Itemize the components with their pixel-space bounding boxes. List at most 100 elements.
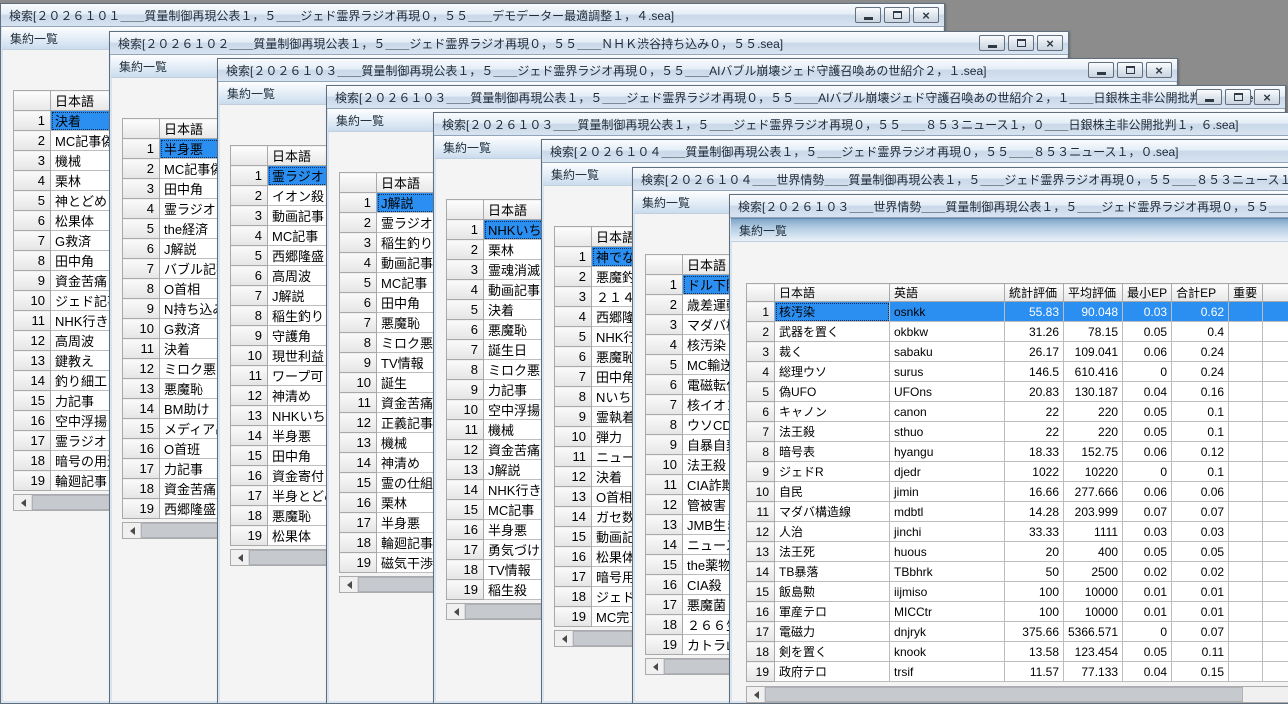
minimize-button[interactable] <box>1088 62 1114 78</box>
min-ep-cell[interactable]: 0.05 <box>1123 542 1172 562</box>
min-ep-cell[interactable]: 0.03 <box>1123 302 1172 322</box>
stat-eval-cell[interactable]: 55.83 <box>1005 302 1064 322</box>
english-cell[interactable]: surus <box>890 362 1005 382</box>
total-ep-cell[interactable]: 0.1 <box>1172 462 1229 482</box>
importance-cell[interactable] <box>1229 562 1263 582</box>
importance-cell[interactable] <box>1229 322 1263 342</box>
window-titlebar[interactable]: 検索[２０２６１０４＿＿世界情勢＿＿質量制御再現公表１，５＿＿ジェド霊界ラジオ再… <box>633 168 1288 191</box>
scroll-left-button[interactable] <box>646 659 664 674</box>
stat-eval-cell[interactable]: 26.17 <box>1005 342 1064 362</box>
english-cell[interactable]: canon <box>890 402 1005 422</box>
avg-eval-cell[interactable]: 610.416 <box>1064 362 1123 382</box>
close-button[interactable]: × <box>1146 62 1172 78</box>
avg-eval-cell[interactable]: 400 <box>1064 542 1123 562</box>
scroll-left-button[interactable] <box>747 687 765 702</box>
japanese-cell[interactable]: キャノン <box>775 402 890 422</box>
stat-eval-cell[interactable]: 375.66 <box>1005 622 1064 642</box>
english-cell[interactable]: huous <box>890 542 1005 562</box>
japanese-cell[interactable]: 自民 <box>775 482 890 502</box>
min-ep-cell[interactable]: 0 <box>1123 362 1172 382</box>
total-ep-cell[interactable]: 0.07 <box>1172 502 1229 522</box>
avg-eval-cell[interactable]: 220 <box>1064 402 1123 422</box>
english-cell[interactable]: djedr <box>890 462 1005 482</box>
avg-eval-cell[interactable]: 123.454 <box>1064 642 1123 662</box>
total-ep-cell[interactable]: 0.1 <box>1172 402 1229 422</box>
english-cell[interactable]: TBbhrk <box>890 562 1005 582</box>
window-titlebar[interactable]: 検索[２０２６１０２＿＿質量制御再現公表１，５＿＿ジェド霊界ラジオ再現０，５５＿… <box>110 32 1068 55</box>
japanese-cell[interactable]: ジェドR <box>775 462 890 482</box>
stat-eval-cell[interactable]: 16.66 <box>1005 482 1064 502</box>
total-ep-cell[interactable]: 0.1 <box>1172 422 1229 442</box>
column-header[interactable]: 英語 <box>890 284 1005 302</box>
japanese-cell[interactable]: 飯島勲 <box>775 582 890 602</box>
importance-cell[interactable] <box>1229 442 1263 462</box>
english-cell[interactable]: mdbtl <box>890 502 1005 522</box>
japanese-cell[interactable]: 電磁力 <box>775 622 890 642</box>
total-ep-cell[interactable]: 0.02 <box>1172 562 1229 582</box>
total-ep-cell[interactable]: 0.05 <box>1172 542 1229 562</box>
stat-eval-cell[interactable]: 20 <box>1005 542 1064 562</box>
min-ep-cell[interactable]: 0.06 <box>1123 442 1172 462</box>
window-titlebar[interactable]: 検索[２０２６１０４＿＿質量制御再現公表１，５＿＿ジェド霊界ラジオ再現０，５５＿… <box>542 140 1288 163</box>
min-ep-cell[interactable]: 0 <box>1123 462 1172 482</box>
total-ep-cell[interactable]: 0.11 <box>1172 642 1229 662</box>
english-cell[interactable]: knook <box>890 642 1005 662</box>
total-ep-cell[interactable]: 0.62 <box>1172 302 1229 322</box>
window-titlebar[interactable]: 検索[２０２６１０３＿＿世界情勢＿＿質量制御再現公表１，５＿＿ジェド霊界ラジオ再… <box>730 195 1288 218</box>
japanese-cell[interactable]: 暗号表 <box>775 442 890 462</box>
scroll-left-button[interactable] <box>555 631 573 646</box>
min-ep-cell[interactable]: 0.01 <box>1123 582 1172 602</box>
avg-eval-cell[interactable]: 152.75 <box>1064 442 1123 462</box>
stat-eval-cell[interactable]: 22 <box>1005 402 1064 422</box>
maximize-button[interactable] <box>1117 62 1143 78</box>
avg-eval-cell[interactable]: 277.666 <box>1064 482 1123 502</box>
avg-eval-cell[interactable]: 220 <box>1064 422 1123 442</box>
scroll-left-button[interactable] <box>231 550 249 565</box>
min-ep-cell[interactable]: 0.05 <box>1123 422 1172 442</box>
english-cell[interactable]: MICCtr <box>890 602 1005 622</box>
total-ep-cell[interactable]: 0.01 <box>1172 602 1229 622</box>
japanese-cell[interactable]: 軍産テロ <box>775 602 890 622</box>
minimize-button[interactable] <box>855 7 881 23</box>
window-titlebar[interactable]: 検索[２０２６１０３＿＿質量制御再現公表１，５＿＿ジェド霊界ラジオ再現０，５５＿… <box>218 59 1177 82</box>
importance-cell[interactable] <box>1229 422 1263 442</box>
min-ep-cell[interactable]: 0.05 <box>1123 642 1172 662</box>
min-ep-cell[interactable]: 0 <box>1123 622 1172 642</box>
total-ep-cell[interactable]: 0.06 <box>1172 482 1229 502</box>
japanese-cell[interactable]: マダバ構造線 <box>775 502 890 522</box>
japanese-cell[interactable]: 総理ウソ <box>775 362 890 382</box>
avg-eval-cell[interactable]: 109.041 <box>1064 342 1123 362</box>
avg-eval-cell[interactable]: 90.048 <box>1064 302 1123 322</box>
english-cell[interactable]: okbkw <box>890 322 1005 342</box>
total-ep-cell[interactable]: 0.24 <box>1172 342 1229 362</box>
column-header[interactable]: 最小EP <box>1123 284 1172 302</box>
japanese-cell[interactable]: 法王殺 <box>775 422 890 442</box>
min-ep-cell[interactable]: 0.01 <box>1123 602 1172 622</box>
avg-eval-cell[interactable]: 10000 <box>1064 582 1123 602</box>
japanese-cell[interactable]: 人治 <box>775 522 890 542</box>
minimize-button[interactable] <box>979 35 1005 51</box>
japanese-cell[interactable]: 核汚染 <box>775 302 890 322</box>
importance-cell[interactable] <box>1229 662 1263 682</box>
japanese-cell[interactable]: 剣を置く <box>775 642 890 662</box>
english-cell[interactable]: dnjryk <box>890 622 1005 642</box>
english-cell[interactable]: UFOns <box>890 382 1005 402</box>
importance-cell[interactable] <box>1229 482 1263 502</box>
scroll-left-button[interactable] <box>447 604 465 619</box>
japanese-cell[interactable]: 偽UFO <box>775 382 890 402</box>
window-titlebar[interactable]: 検索[２０２６１０３＿＿質量制御再現公表１，５＿＿ジェド霊界ラジオ再現０，５５＿… <box>327 86 1285 109</box>
close-button[interactable]: × <box>913 7 939 23</box>
scroll-left-button[interactable] <box>14 495 32 510</box>
avg-eval-cell[interactable]: 1111 <box>1064 522 1123 542</box>
avg-eval-cell[interactable]: 78.15 <box>1064 322 1123 342</box>
min-ep-cell[interactable]: 0.04 <box>1123 662 1172 682</box>
avg-eval-cell[interactable]: 130.187 <box>1064 382 1123 402</box>
column-header[interactable]: 重要 <box>1229 284 1263 302</box>
min-ep-cell[interactable]: 0.06 <box>1123 482 1172 502</box>
maximize-button[interactable] <box>884 7 910 23</box>
japanese-cell[interactable]: 裁く <box>775 342 890 362</box>
importance-cell[interactable] <box>1229 642 1263 662</box>
importance-cell[interactable] <box>1229 582 1263 602</box>
importance-cell[interactable] <box>1229 522 1263 542</box>
stat-eval-cell[interactable]: 11.57 <box>1005 662 1064 682</box>
